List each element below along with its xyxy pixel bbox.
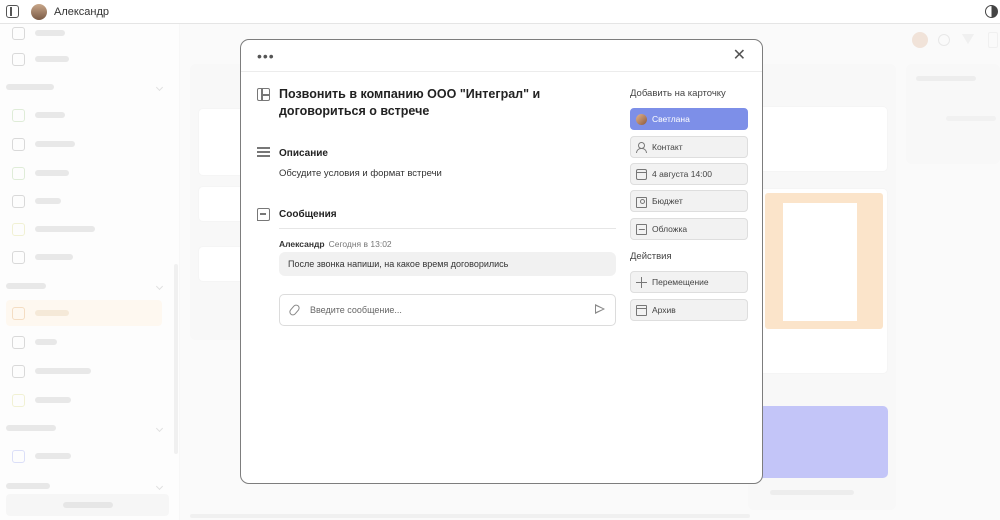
image-icon	[636, 223, 647, 235]
messages-divider	[279, 228, 616, 229]
add-to-card-heading: Добавить на карточку	[630, 88, 726, 99]
contact-button[interactable]: Контакт	[630, 136, 748, 158]
message-author: Александр	[279, 239, 325, 249]
description-icon	[257, 147, 270, 160]
message-input[interactable]	[310, 303, 570, 317]
description-text[interactable]: Обсудите условия и формат встречи	[279, 168, 442, 179]
messages-heading: Сообщения	[279, 209, 337, 220]
sidebar-toggle-icon[interactable]	[6, 5, 19, 18]
theme-toggle-icon[interactable]	[985, 5, 998, 18]
message-time: Сегодня в 13:02	[328, 239, 392, 249]
send-icon[interactable]	[595, 304, 605, 314]
calendar-icon	[636, 168, 647, 180]
message-bubble: После звонка напиши, на какое время дого…	[279, 252, 616, 276]
more-options-icon[interactable]: •••	[257, 49, 275, 63]
move-icon	[636, 276, 647, 288]
assignee-button[interactable]: Светлана	[630, 108, 748, 130]
actions-heading: Действия	[630, 251, 672, 262]
user-name: Александр	[54, 5, 110, 18]
user-avatar	[636, 113, 647, 125]
message-composer	[279, 294, 616, 326]
due-date-button[interactable]: 4 августа 14:00	[630, 163, 748, 185]
person-icon	[636, 141, 647, 153]
attach-icon[interactable]	[287, 303, 302, 317]
close-icon[interactable]: ✕	[733, 48, 746, 64]
archive-button[interactable]: Архив	[630, 299, 748, 321]
card-modal: ••• ✕ Позвонить в компанию ООО "Интеграл…	[240, 39, 763, 484]
archive-icon	[636, 304, 647, 316]
budget-button[interactable]: Бюджет	[630, 190, 748, 212]
card-icon	[257, 88, 270, 101]
messages-icon	[257, 208, 270, 221]
money-icon	[636, 196, 647, 208]
move-button[interactable]: Перемещение	[630, 271, 748, 293]
message-meta: Александр Сегодня в 13:02	[279, 239, 392, 249]
user-avatar[interactable]	[31, 3, 47, 20]
cover-button[interactable]: Обложка	[630, 218, 748, 240]
top-bar: Александр	[0, 0, 1000, 24]
description-heading: Описание	[279, 148, 328, 159]
card-title[interactable]: Позвонить в компанию ООО "Интеграл" и до…	[279, 86, 599, 120]
modal-divider	[241, 71, 762, 72]
